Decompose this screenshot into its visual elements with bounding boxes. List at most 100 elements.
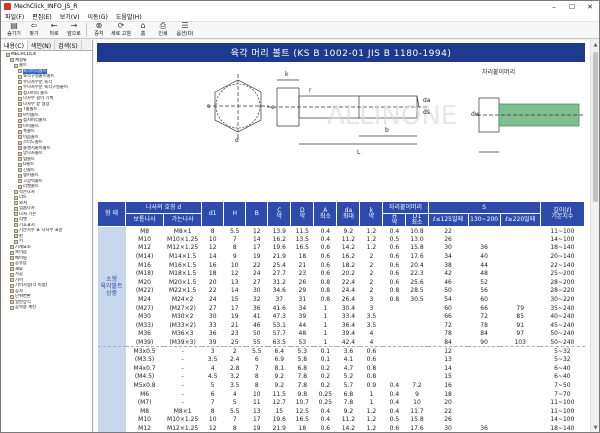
scroll-thumb[interactable]: [593, 52, 598, 202]
menu-item[interactable]: 파일(F): [1, 12, 28, 21]
table-cell: M24: [138, 296, 151, 304]
table-cell: 2: [223, 346, 246, 356]
folder-icon: [14, 190, 18, 195]
table-cell: 5.5: [229, 407, 240, 415]
table-cell: 36: [208, 330, 217, 338]
vertical-scrollbar[interactable]: ▲ ▼: [590, 40, 599, 432]
folder-icon: [10, 261, 14, 266]
table-cell: 0.2: [320, 373, 331, 381]
table-cell: [500, 373, 540, 382]
table-cell: 4: [369, 330, 374, 338]
tab-search[interactable]: 검색(S): [55, 40, 82, 50]
hide-button[interactable]: ▤ 숨기기: [4, 21, 24, 38]
table-cell: 13: [444, 356, 452, 364]
window-title: MechClick_INFO_JS_R: [14, 3, 78, 10]
folder-icon: [10, 58, 14, 63]
table-cell: 15: [230, 296, 239, 304]
stop-button[interactable]: ⊗ 중지: [89, 21, 109, 38]
table-cell: M24×2: [171, 296, 194, 304]
table-cell: M20×1.5: [168, 278, 197, 286]
table-subheader: 가는나사: [163, 213, 203, 227]
folder-icon: [18, 96, 22, 101]
toolbar-label: 뒤로: [49, 31, 59, 37]
table-cell: 0.1: [320, 356, 331, 364]
table-cell: 1: [323, 304, 328, 312]
table-cell: M30×2: [171, 313, 194, 321]
maximize-button[interactable]: ☐: [563, 1, 581, 12]
tree-item-label: 공학용 계산: [15, 305, 37, 310]
table-cell: 3: [201, 346, 224, 356]
back-button[interactable]: ← 뒤로: [44, 21, 64, 38]
toolbar-label: 앞으로: [67, 31, 81, 37]
folder-icon: [10, 267, 14, 272]
locate-button[interactable]: ⇦ 찾기: [24, 21, 44, 38]
table-cell: [468, 416, 500, 425]
table-cell: 8: [254, 381, 259, 389]
home-button[interactable]: ⌂ 홈: [133, 21, 153, 38]
table-cell: M16: [138, 261, 151, 269]
table-cell: -: [181, 373, 184, 381]
table-cell: 2: [369, 278, 374, 286]
table-row: (M33) (M33×2) 33 21 46 53.1 44 1 36.4 3.5 72 78 91 45…: [98, 321, 585, 330]
table-cell: [500, 424, 540, 432]
close-button[interactable]: ✕: [581, 1, 599, 12]
table-cell: 21.9: [272, 424, 286, 432]
scroll-up-icon[interactable]: ▲: [591, 40, 599, 49]
options-button[interactable]: ☰ 옵션(O): [173, 21, 197, 38]
table-cell: [406, 312, 428, 321]
table-cell: 18: [298, 424, 307, 432]
table-cell: 23: [298, 270, 307, 278]
table-cell: 33.4: [341, 313, 356, 321]
table-row: M12 M12×1.25 12 8 17 19.6 16.5 0.6 14.2 1.2 0.6 15.…: [98, 244, 585, 253]
scroll-down-icon[interactable]: ▼: [591, 423, 599, 432]
folder-icon: [18, 129, 22, 134]
table-cell: 8.1: [274, 364, 285, 372]
tree-item[interactable]: 공학용 계산: [2, 305, 92, 311]
table-cell: 2.8: [229, 364, 240, 372]
table-cell: 0.25: [318, 390, 333, 398]
tab-index[interactable]: 색인(N): [28, 40, 56, 50]
table-cell: 20.4: [410, 261, 424, 269]
table-cell: M12: [138, 244, 151, 252]
minimize-button[interactable]: –: [545, 1, 563, 12]
table-cell: 55: [252, 338, 261, 346]
table-cell: 25~200: [550, 270, 575, 278]
table-cell: M10: [138, 416, 151, 424]
table-cell: [500, 278, 540, 287]
table-cell: 3: [369, 296, 374, 304]
table-cell: 0.6: [359, 346, 383, 356]
table-cell: 4: [369, 338, 374, 346]
refresh-button[interactable]: ⟳ 새로 고침: [109, 21, 133, 38]
toolbar-label: 홈: [140, 31, 146, 37]
tab-contents[interactable]: 내용(C): [1, 40, 28, 50]
table-cell: [468, 398, 500, 407]
menu-item[interactable]: 이동(G): [84, 12, 112, 21]
table-cell: 21: [230, 321, 239, 329]
folder-icon: [18, 124, 22, 129]
forward-button[interactable]: → 앞으로: [64, 21, 84, 38]
table-cell: 45~240: [550, 321, 575, 329]
table-cell: 30: [444, 244, 452, 252]
table-header: H: [223, 201, 247, 227]
menu-item[interactable]: 도움말(H): [112, 12, 146, 21]
table-cell: 11: [252, 399, 261, 407]
menu-item[interactable]: 보기(V): [56, 12, 84, 21]
table-cell: 0.6: [320, 270, 331, 278]
table-cell: 103: [514, 338, 526, 346]
table-cell: [500, 346, 541, 356]
table-cell: 0.4: [320, 416, 331, 424]
table-cell: 34: [444, 253, 452, 261]
dim-label-L: L: [357, 149, 361, 156]
table-cell: [383, 364, 406, 373]
table-row: (M27) (M27×2) 27 17 36 41.6 34 1 30.4 3 60 66 79 35~2…: [98, 304, 585, 313]
table-cell: M20: [138, 278, 151, 286]
folder-icon: [18, 80, 22, 85]
menu-item[interactable]: 편집(E): [28, 12, 56, 21]
table-cell: 10: [208, 416, 217, 424]
table-cell: 11.2: [341, 235, 356, 243]
table-cell: 1.2: [366, 416, 377, 424]
table-cell: 30: [208, 313, 217, 321]
print-button[interactable]: ⎙ 인쇄: [153, 21, 173, 38]
table-cell: 1.2: [366, 424, 377, 432]
table-cell: 17: [230, 304, 239, 312]
